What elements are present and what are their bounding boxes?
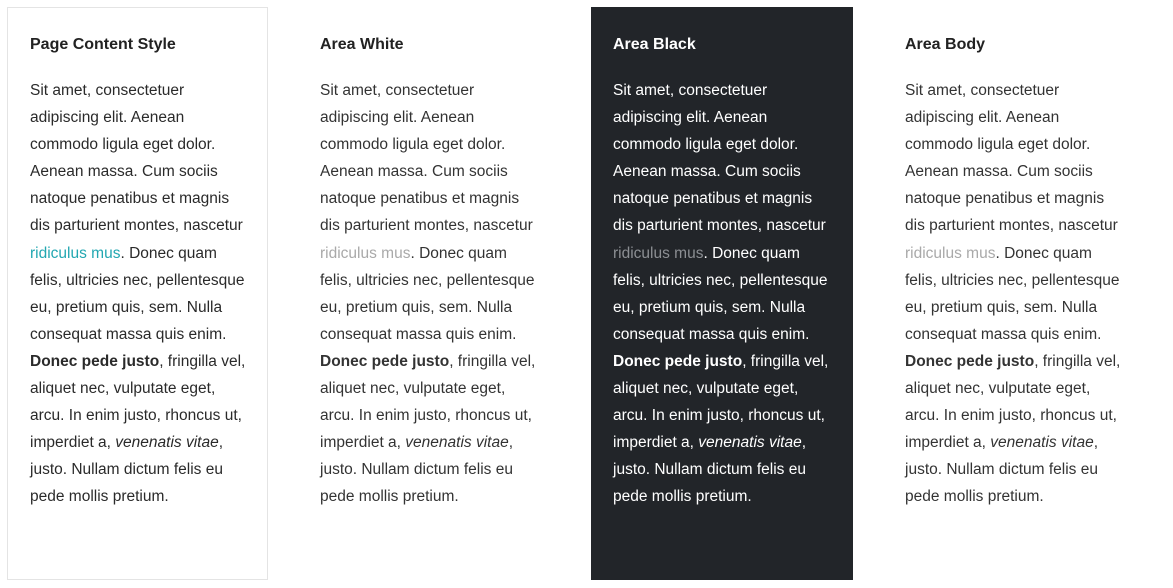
bold-text: Donec pede justo xyxy=(30,352,160,370)
italic-text: venenatis vitae xyxy=(990,434,1094,452)
italic-text: venenatis vitae xyxy=(405,434,509,452)
panel-content: Page Content Style Sit amet, consectetue… xyxy=(30,35,249,511)
paragraph-text: Sit amet, consectetuer adipiscing elit. … xyxy=(30,82,243,235)
panel-title: Area Black xyxy=(613,36,696,53)
italic-text: venenatis vitae xyxy=(115,434,219,452)
area-black-panel: Area Black Sit amet, consectetuer adipis… xyxy=(591,7,853,580)
panel-content: Area Black Sit amet, consectetuer adipis… xyxy=(613,35,835,511)
paragraph-text: Sit amet, consectetuer adipiscing elit. … xyxy=(320,82,533,235)
paragraph-text: Sit amet, consectetuer adipiscing elit. … xyxy=(905,82,1118,235)
paragraph-text: Sit amet, consectetuer adipiscing elit. … xyxy=(613,82,826,235)
inline-link[interactable]: ridiculus mus xyxy=(30,245,120,262)
panel-paragraph: Sit amet, consectetuer adipiscing elit. … xyxy=(320,77,542,511)
inline-link[interactable]: ridiculus mus xyxy=(613,245,703,262)
panel-title: Page Content Style xyxy=(30,36,176,53)
bold-text: Donec pede justo xyxy=(320,352,450,370)
panel-title: Area Body xyxy=(905,36,986,53)
italic-text: venenatis vitae xyxy=(698,434,802,452)
panel-title: Area White xyxy=(320,36,404,53)
panel-paragraph: Sit amet, consectetuer adipiscing elit. … xyxy=(613,77,835,511)
panel-paragraph: Sit amet, consectetuer adipiscing elit. … xyxy=(905,77,1127,511)
area-white-panel: Area White Sit amet, consectetuer adipis… xyxy=(298,7,560,580)
panel-paragraph: Sit amet, consectetuer adipiscing elit. … xyxy=(30,77,249,511)
bold-text: Donec pede justo xyxy=(905,352,1035,370)
panel-content: Area White Sit amet, consectetuer adipis… xyxy=(320,35,542,511)
area-body-panel: Area Body Sit amet, consectetuer adipisc… xyxy=(883,7,1145,580)
panel-content: Area Body Sit amet, consectetuer adipisc… xyxy=(905,35,1127,511)
page-content-style-panel: Page Content Style Sit amet, consectetue… xyxy=(7,7,268,580)
inline-link[interactable]: ridiculus mus xyxy=(320,245,410,262)
bold-text: Donec pede justo xyxy=(613,352,743,370)
inline-link[interactable]: ridiculus mus xyxy=(905,245,995,262)
